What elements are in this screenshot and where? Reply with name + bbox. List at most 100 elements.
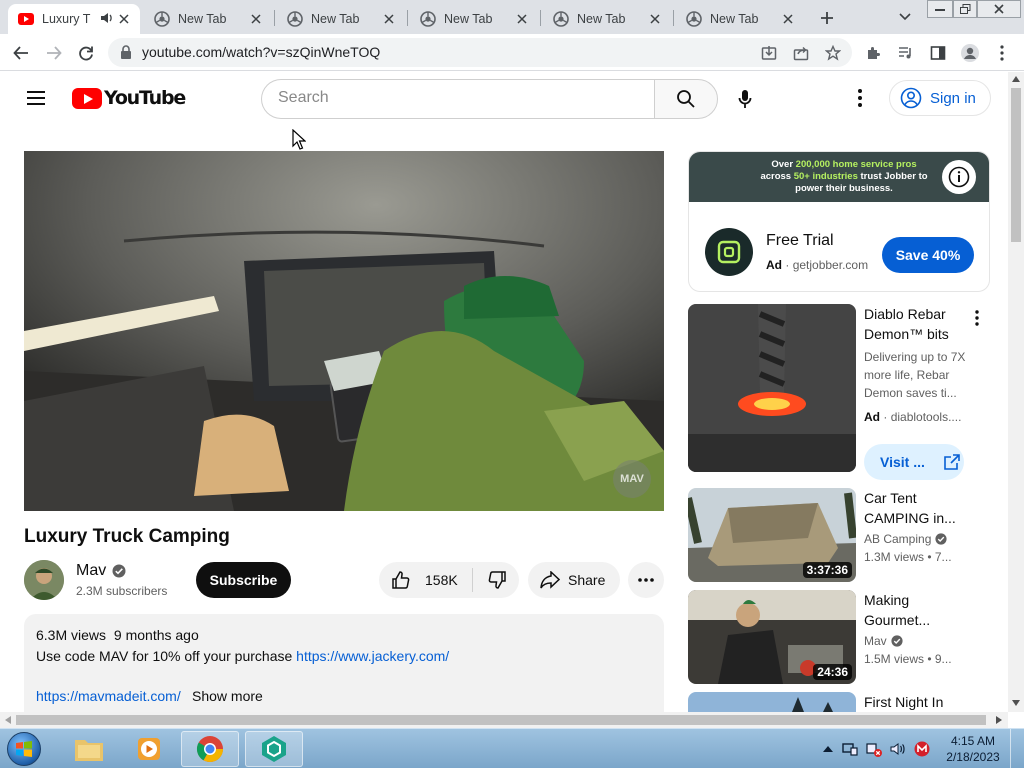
close-tab-icon[interactable] [780, 11, 796, 27]
advertiser-logo-icon[interactable] [705, 228, 753, 276]
profile-button[interactable] [958, 41, 982, 65]
tab-new-tab-5[interactable]: New Tab [676, 4, 804, 34]
media-controls-button[interactable] [894, 41, 918, 65]
video-title[interactable]: Car Tent CAMPING in... [864, 488, 974, 528]
tab-title: New Tab [444, 12, 493, 26]
search-input[interactable] [278, 89, 638, 107]
video-thumbnail[interactable]: 3:37:36 [688, 488, 856, 582]
extensions-button[interactable] [862, 41, 886, 65]
description-box[interactable]: 6.3M views 9 months ago Use code MAV for… [24, 614, 664, 712]
close-tab-icon[interactable] [381, 11, 397, 27]
minimize-window-button[interactable] [927, 0, 953, 18]
video-thumbnail[interactable]: 24:36 [688, 590, 856, 684]
youtube-logo[interactable]: YouTube [72, 86, 186, 110]
show-hidden-icons-button[interactable] [820, 741, 836, 757]
video-meta: 1.3M views • 7... [864, 550, 952, 564]
subscribe-button[interactable]: Subscribe [196, 562, 291, 598]
lock-icon[interactable] [120, 45, 132, 59]
tab-search-button[interactable] [896, 8, 914, 26]
taskbar-media-player[interactable] [120, 731, 178, 767]
video-player[interactable]: MAV [24, 151, 664, 511]
show-desktop-button[interactable] [1010, 729, 1024, 769]
channel-avatar[interactable] [24, 560, 64, 600]
tray-device-icon[interactable] [842, 741, 858, 757]
tab-luxury-truck-camping[interactable]: Luxury T [8, 4, 140, 34]
browser-menu-button[interactable] [990, 41, 1014, 65]
vertical-scrollbar[interactable] [1008, 72, 1024, 712]
search-button[interactable] [654, 79, 718, 119]
reload-button[interactable] [74, 41, 98, 65]
video-thumbnail[interactable] [688, 692, 856, 712]
channel-name[interactable]: AB Camping [864, 532, 947, 546]
volume-icon[interactable] [890, 741, 906, 757]
share-button[interactable]: Share [528, 562, 620, 598]
channel-name[interactable]: Mav [864, 634, 903, 648]
ad-info-button[interactable] [942, 160, 976, 194]
ad-cta-button[interactable]: Save 40% [882, 237, 974, 273]
sidebar-ad-item[interactable]: Diablo Rebar Demon™ bits Delivering up t… [688, 304, 990, 484]
rebar-drill-bit-image [688, 304, 856, 472]
close-tab-icon[interactable] [116, 11, 132, 27]
more-actions-button[interactable] [628, 562, 664, 598]
horizontal-scroll-thumb[interactable] [16, 715, 986, 725]
tab-new-tab-2[interactable]: New Tab [277, 4, 405, 34]
related-video-item[interactable]: First Night In [688, 692, 990, 712]
jackery-link[interactable]: https://www.jackery.com/ [296, 648, 449, 664]
bookmark-star-icon[interactable] [824, 44, 842, 62]
close-tab-icon[interactable] [514, 11, 530, 27]
sponsored-ad-card[interactable]: Over 200,000 home service pros across 50… [688, 151, 990, 292]
taskbar-app[interactable] [245, 731, 303, 767]
share-page-icon[interactable] [792, 44, 810, 62]
chrome-icon [154, 11, 170, 27]
vertical-scroll-thumb[interactable] [1011, 88, 1021, 242]
visit-site-button[interactable]: Visit ... [864, 444, 964, 480]
channel-name-text[interactable]: Mav [76, 562, 106, 580]
close-tab-icon[interactable] [248, 11, 264, 27]
audio-playing-icon[interactable] [100, 11, 114, 25]
install-app-icon[interactable] [760, 44, 778, 62]
minimize-icon [935, 9, 945, 11]
mavmadeit-link[interactable]: https://mavmadeit.com/ [36, 688, 181, 704]
dislike-button[interactable] [473, 570, 507, 590]
close-window-button[interactable] [977, 0, 1021, 18]
related-video-item[interactable]: 3:37:36 Car Tent CAMPING in... AB Campin… [688, 488, 990, 582]
voice-search-button[interactable] [729, 83, 761, 115]
system-clock[interactable]: 4:15 AM 2/18/2023 [944, 733, 1002, 765]
video-title[interactable]: Making Gourmet... [864, 590, 974, 630]
horizontal-scrollbar[interactable] [0, 712, 1008, 728]
show-more-button[interactable]: Show more [192, 688, 263, 704]
search-box[interactable] [261, 79, 655, 119]
tab-new-tab-1[interactable]: New Tab [144, 4, 272, 34]
channel-name[interactable]: Mav [76, 562, 126, 580]
sign-in-button[interactable]: Sign in [889, 80, 991, 116]
new-tab-button[interactable] [816, 7, 838, 29]
restore-window-button[interactable] [953, 0, 977, 18]
ad-title[interactable]: Free Trial [766, 232, 834, 250]
tray-network-alert-icon[interactable] [866, 741, 882, 757]
guide-menu-button[interactable] [24, 86, 48, 110]
settings-menu-button[interactable] [848, 86, 872, 110]
back-button[interactable] [9, 41, 33, 65]
side-panel-button[interactable] [926, 41, 950, 65]
close-tab-icon[interactable] [647, 11, 663, 27]
youtube-favicon-icon [18, 11, 34, 27]
tab-new-tab-4[interactable]: New Tab [543, 4, 671, 34]
item-menu-button[interactable] [968, 306, 986, 330]
taskbar-file-explorer[interactable] [60, 731, 118, 767]
like-button[interactable]: 158K [379, 568, 473, 592]
ad-title[interactable]: Diablo Rebar Demon™ bits [864, 304, 974, 344]
tray-app-m-icon[interactable] [914, 741, 930, 757]
address-bar[interactable]: youtube.com/watch?v=szQinWneTOQ [108, 38, 852, 67]
channel-watermark[interactable]: MAV [613, 460, 651, 498]
related-video-item[interactable]: 24:36 Making Gourmet... Mav 1.5M views •… [688, 590, 990, 684]
start-button[interactable] [4, 730, 44, 768]
ad-thumbnail[interactable] [688, 304, 856, 472]
url-text[interactable]: youtube.com/watch?v=szQinWneTOQ [142, 44, 380, 60]
like-count[interactable]: 158K [425, 572, 458, 588]
chrome-icon [553, 11, 569, 27]
tab-new-tab-3[interactable]: New Tab [410, 4, 538, 34]
forward-button[interactable] [42, 41, 66, 65]
taskbar-chrome[interactable] [181, 731, 239, 767]
video-title[interactable]: First Night In [864, 692, 974, 712]
ad-banner[interactable]: Over 200,000 home service pros across 50… [689, 152, 989, 202]
